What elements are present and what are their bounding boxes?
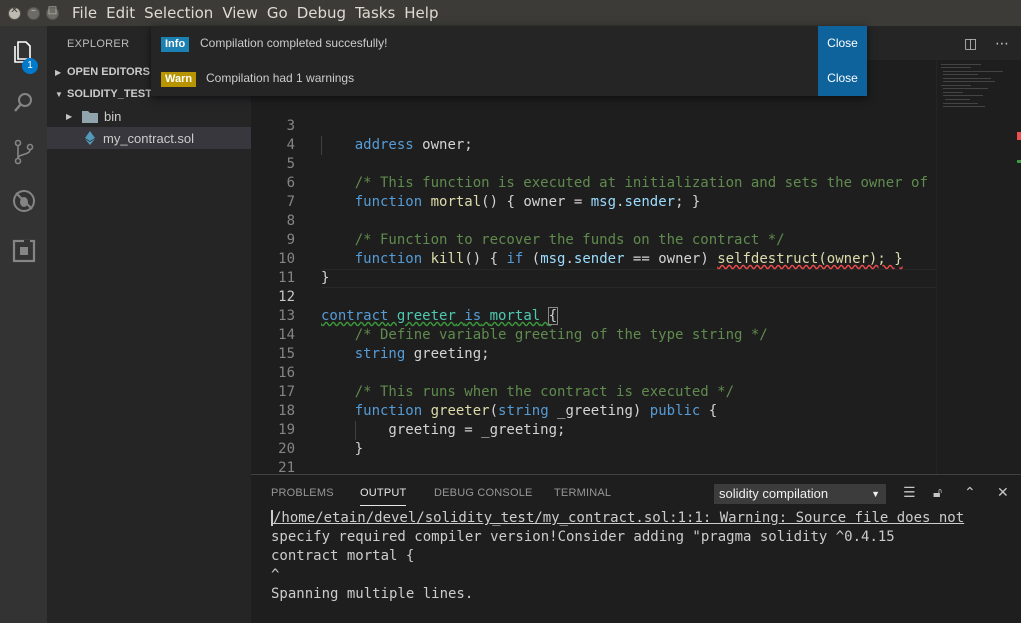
code-line: 13 /* Define variable greeting of the ty… xyxy=(278,308,768,343)
tab-problems[interactable]: PROBLEMS xyxy=(271,487,334,499)
code-line: 21 /* Main function */ xyxy=(278,460,295,474)
code-line: 5 /* This function is executed at initia… xyxy=(286,156,928,191)
code-line: 8 /* Function to recover the funds on th… xyxy=(286,213,785,248)
clear-output-icon[interactable]: ☰ xyxy=(903,484,916,501)
output-panel: PROBLEMS OUTPUT DEBUG CONSOLE TERMINAL s… xyxy=(251,474,1021,623)
folder-icon xyxy=(82,110,98,123)
chevron-right-icon: ▶ xyxy=(55,67,62,77)
error-marker xyxy=(1017,132,1021,140)
code-line: 14 string greeting; xyxy=(278,327,490,362)
explorer-sidebar: EXPLORER ▶ OPEN EDITORS ▼ SOLIDITY_TEST … xyxy=(47,26,251,623)
tree-item-label: my_contract.sol xyxy=(103,130,195,146)
info-badge: Info xyxy=(161,37,190,52)
code-editor[interactable]: 3 address owner; 4 5 /* This function is… xyxy=(251,60,1021,474)
code-line: 15 xyxy=(278,346,295,362)
warning-marker xyxy=(1017,160,1021,163)
close-button[interactable]: Close xyxy=(818,26,867,61)
tree-item-label: bin xyxy=(104,108,122,124)
close-button[interactable]: Close xyxy=(818,61,867,96)
menu-edit[interactable]: Edit xyxy=(106,4,135,22)
code-line: 12 contract greeter is mortal { xyxy=(278,289,559,325)
activity-bar: 1 xyxy=(0,26,47,623)
activity-explorer[interactable]: 1 xyxy=(0,32,47,74)
code-line: 4 xyxy=(286,137,295,153)
menu-file[interactable]: File xyxy=(72,4,97,22)
warn-badge: Warn xyxy=(161,72,197,87)
title-bar: ✕ – □ File Edit Selection View Go Debug … xyxy=(0,0,1021,26)
code-line: 6 function mortal() { owner = msg.sender… xyxy=(286,175,701,210)
minimap[interactable] xyxy=(936,60,1021,474)
explorer-badge: 1 xyxy=(22,58,38,74)
activity-search[interactable] xyxy=(0,82,47,122)
chevron-right-icon: ▶ xyxy=(66,111,73,121)
menu-selection[interactable]: Selection xyxy=(144,4,213,22)
tab-debug-console[interactable]: DEBUG CONSOLE xyxy=(434,487,533,499)
menu-go[interactable]: Go xyxy=(267,4,288,22)
output-channel-select[interactable]: solidity compilation ▼ xyxy=(714,484,886,504)
notification-info: Info Compilation completed succesfully! … xyxy=(151,26,867,61)
output-line: contract mortal { xyxy=(271,548,415,564)
code-line: 18 greeting = _greeting; xyxy=(278,403,566,440)
output-line: Spanning multiple lines. xyxy=(271,586,474,602)
lock-scroll-icon[interactable]: 🔓︎ xyxy=(933,484,942,501)
chevron-down-icon: ▼ xyxy=(55,89,63,99)
folder-label: SOLIDITY_TEST xyxy=(67,88,152,100)
output-line: ^ xyxy=(271,567,280,583)
code-line: 20 xyxy=(278,441,295,457)
tree-item-bin[interactable]: ▶ bin xyxy=(47,105,251,127)
more-actions-icon[interactable]: ⋯ xyxy=(995,35,1009,52)
tab-output[interactable]: OUTPUT xyxy=(360,487,407,506)
menu-tasks[interactable]: Tasks xyxy=(355,4,395,22)
code-line: 17 function greeter(string _greeting) pu… xyxy=(278,384,718,419)
code-line: 9 function kill() { if (msg.sender == ow… xyxy=(286,232,903,267)
notification-message: Compilation had 1 warnings xyxy=(206,71,355,85)
code-line: 7 xyxy=(286,194,295,210)
code-line: 11 xyxy=(278,270,295,286)
window-close-button[interactable]: ✕ xyxy=(8,5,21,20)
code-line: 19 } xyxy=(278,422,364,457)
menu-view[interactable]: View xyxy=(222,4,258,22)
ethereum-file-icon xyxy=(85,131,95,145)
activity-extensions[interactable] xyxy=(0,231,47,271)
menu-debug[interactable]: Debug xyxy=(297,4,346,22)
activity-debug[interactable] xyxy=(0,181,47,221)
sidebar-title: EXPLORER xyxy=(67,38,130,50)
notification-list: Info Compilation completed succesfully! … xyxy=(151,26,867,96)
window-minimize-button[interactable]: – xyxy=(27,5,40,20)
tab-terminal[interactable]: TERMINAL xyxy=(554,487,611,499)
activity-source-control[interactable] xyxy=(0,132,47,172)
menu-bar: File Edit Selection View Go Debug Tasks … xyxy=(72,4,447,22)
source-control-icon xyxy=(14,139,33,165)
window-maximize-button[interactable]: □ xyxy=(46,5,59,20)
extensions-icon xyxy=(12,239,35,263)
code-line: 22 function greet() constant returns (st… xyxy=(251,459,936,474)
code-line: 3 address owner; xyxy=(286,118,473,155)
search-icon xyxy=(13,93,32,112)
close-panel-icon[interactable]: ✕ xyxy=(997,484,1009,501)
split-editor-icon[interactable]: ◫ xyxy=(964,35,977,52)
output-line: /home/etain/devel/solidity_test/my_contr… xyxy=(271,510,965,526)
maximize-panel-icon[interactable]: ⌃ xyxy=(964,484,976,501)
notification-message: Compilation completed succesfully! xyxy=(200,36,388,50)
output-line: specify required compiler version!Consid… xyxy=(271,529,895,545)
code-line: 10 } xyxy=(278,251,330,286)
chevron-down-icon: ▼ xyxy=(871,489,880,499)
open-editors-label: OPEN EDITORS xyxy=(67,66,150,78)
debug-icon xyxy=(12,190,35,212)
notification-warning: Warn Compilation had 1 warnings Close xyxy=(151,61,867,96)
menu-help[interactable]: Help xyxy=(404,4,438,22)
code-line: 16 /* This runs when the contract is exe… xyxy=(278,365,735,400)
tree-item-my-contract[interactable]: my_contract.sol xyxy=(47,127,251,149)
